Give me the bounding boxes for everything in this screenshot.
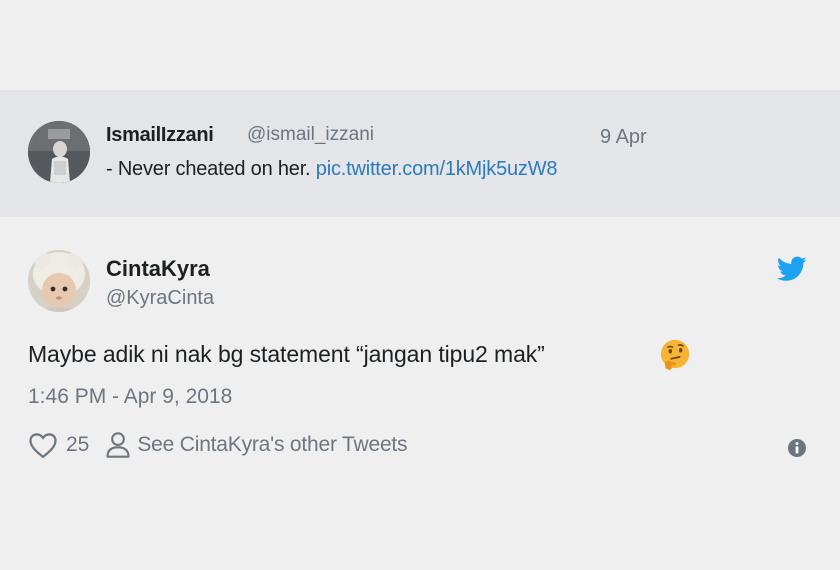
author-avatar-image [28, 250, 90, 312]
author-avatar[interactable] [28, 250, 90, 312]
quoted-author-name[interactable]: IsmailIzzani [106, 124, 214, 147]
see-other-tweets-link[interactable]: See CintaKyra's other Tweets [137, 433, 407, 457]
person-icon[interactable] [105, 431, 131, 459]
quoted-avatar-image [28, 121, 90, 183]
thinking-face-icon [660, 339, 690, 371]
tweet-timestamp[interactable]: 1:46 PM - Apr 9, 2018 [28, 385, 232, 409]
quoted-author-handle[interactable]: @ismail_izzani [247, 124, 374, 146]
quoted-tweet-card[interactable] [0, 90, 840, 217]
quoted-author-avatar[interactable] [28, 121, 90, 183]
heart-icon[interactable] [28, 431, 58, 459]
like-count[interactable]: 25 [66, 433, 89, 457]
author-name[interactable]: CintaKyra [106, 256, 210, 282]
quoted-tweet-body: - Never cheated on her. [106, 158, 311, 180]
quoted-tweet-link[interactable]: pic.twitter.com/1kMjk5uzW8 [316, 158, 558, 180]
author-handle[interactable]: @KyraCinta [106, 287, 214, 310]
info-icon[interactable] [787, 438, 807, 458]
twitter-bird-icon[interactable] [777, 256, 807, 282]
quoted-tweet-date[interactable]: 9 Apr [600, 126, 647, 149]
quoted-tweet-text: - Never cheated on her. pic.twitter.com/… [106, 158, 558, 181]
tweet-actions: 25 See CintaKyra's other Tweets [28, 428, 408, 462]
tweet-text: Maybe adik ni nak bg statement “jangan t… [28, 341, 545, 367]
